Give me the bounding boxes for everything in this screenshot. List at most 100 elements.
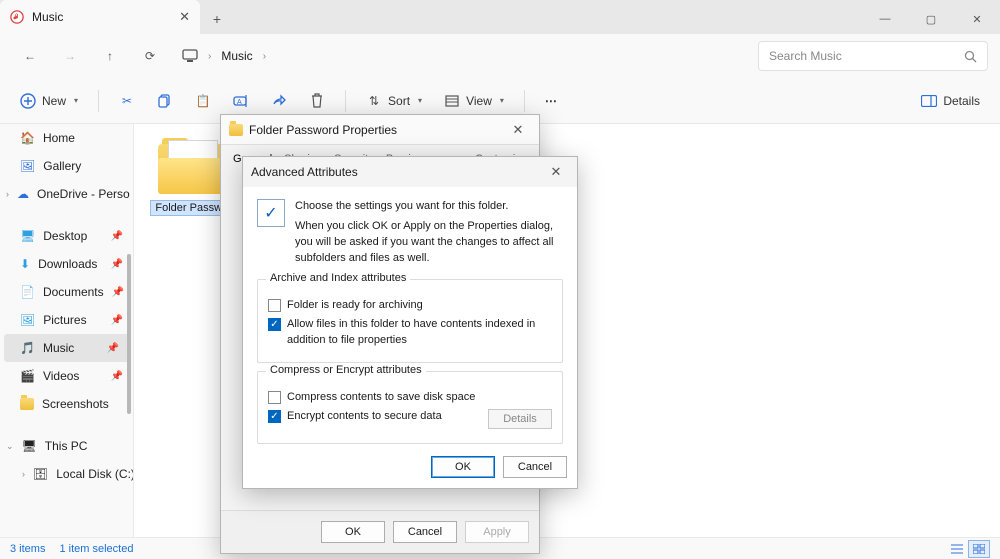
adv-titlebar[interactable]: Advanced Attributes ✕: [243, 157, 577, 187]
folder-icon: [20, 398, 34, 410]
adv-cancel-button[interactable]: Cancel: [503, 456, 567, 478]
sidebar-item-home[interactable]: 🏠Home: [0, 124, 133, 152]
sidebar-item-desktop[interactable]: 🖥Desktop📌: [0, 222, 133, 250]
index-label: Allow files in this folder to have conte…: [287, 317, 552, 348]
caret-right-icon[interactable]: ›: [6, 189, 9, 199]
download-icon: ⬇: [20, 257, 30, 271]
archive-label: Folder is ready for archiving: [287, 298, 423, 313]
new-label: New: [42, 94, 66, 108]
maximize-button[interactable]: ▢: [908, 4, 954, 34]
sort-label: Sort: [388, 94, 410, 108]
chevron-down-icon-2: ▾: [418, 96, 422, 105]
sidebar-item-onedrive[interactable]: ›☁OneDrive - Perso: [0, 180, 133, 208]
sort-button[interactable]: ⇅ Sort ▾: [358, 85, 430, 117]
copy-icon: [157, 93, 173, 109]
svg-text:A: A: [237, 99, 242, 106]
caret-right-icon-2[interactable]: ›: [22, 469, 25, 479]
back-button[interactable]: ←: [12, 40, 48, 72]
separator: [98, 90, 99, 112]
properties-ok-button[interactable]: OK: [321, 521, 385, 543]
pin-icon-6: 📌: [111, 371, 123, 382]
search-input[interactable]: Search Music: [758, 41, 988, 71]
compress-checkbox-row[interactable]: Compress contents to save disk space: [268, 390, 552, 405]
sidebar-item-screenshots[interactable]: Screenshots: [0, 390, 133, 418]
compress-checkbox[interactable]: [268, 391, 281, 404]
new-button[interactable]: New ▾: [12, 85, 86, 117]
close-window-button[interactable]: ✕: [954, 4, 1000, 34]
view-button[interactable]: View ▾: [436, 85, 512, 117]
cloud-icon: ☁: [17, 187, 29, 201]
sidebar-item-documents[interactable]: 📄Documents📌: [0, 278, 133, 306]
sidebar-item-cdrive[interactable]: ›🗄Local Disk (C:): [0, 460, 133, 488]
home-icon: 🏠: [20, 131, 35, 145]
rename-button[interactable]: A: [225, 85, 257, 117]
adv-ok-button[interactable]: OK: [431, 456, 495, 478]
properties-title: Folder Password Properties: [249, 123, 397, 137]
index-checkbox-row[interactable]: ✓ Allow files in this folder to have con…: [268, 317, 552, 348]
share-icon: [271, 93, 287, 109]
encrypt-details-button[interactable]: Details: [488, 409, 552, 429]
tab-close-icon[interactable]: ✕: [179, 9, 190, 25]
properties-apply-button[interactable]: Apply: [465, 521, 529, 543]
up-button[interactable]: ↑: [92, 40, 128, 72]
trash-icon: [309, 93, 325, 109]
breadcrumb-sep-2: ›: [263, 51, 266, 62]
adv-heading-1: Choose the settings you want for this fo…: [295, 199, 563, 215]
sidebar-item-videos[interactable]: 🎬Videos📌: [0, 362, 133, 390]
properties-titlebar[interactable]: Folder Password Properties ✕: [221, 115, 539, 145]
sidebar-item-gallery[interactable]: 🖼Gallery: [0, 152, 133, 180]
properties-buttons: OK Cancel Apply: [221, 510, 539, 553]
monitor-icon: [182, 49, 198, 63]
music-icon-side: 🎵: [20, 341, 35, 355]
breadcrumb-current[interactable]: Music: [221, 49, 252, 63]
cut-button[interactable]: ✂: [111, 85, 143, 117]
sidebar-item-pictures[interactable]: 🖼Pictures📌: [0, 306, 133, 334]
archive-index-group: Archive and Index attributes Folder is r…: [257, 279, 563, 363]
adv-heading-2: When you click OK or Apply on the Proper…: [295, 219, 563, 267]
address-bar-row: ← → ↑ ⟳ › Music › Search Music: [0, 34, 1000, 78]
minimize-button[interactable]: —: [862, 4, 908, 34]
compress-label: Compress contents to save disk space: [287, 390, 475, 405]
index-checkbox[interactable]: ✓: [268, 318, 281, 331]
view-thumb-button[interactable]: [968, 540, 990, 558]
encrypt-checkbox-row[interactable]: ✓ Encrypt contents to secure data Detail…: [268, 409, 552, 429]
tab-label: Music: [32, 10, 63, 24]
view-label: View: [466, 94, 492, 108]
sidebar-item-thispc[interactable]: ⌄🖥This PC: [0, 432, 133, 460]
window-controls: — ▢ ✕: [862, 4, 1000, 34]
document-icon: 📄: [20, 285, 35, 299]
view-list-button[interactable]: [946, 540, 968, 558]
archive-checkbox-row[interactable]: Folder is ready for archiving: [268, 298, 552, 313]
more-button[interactable]: ⋯: [537, 85, 567, 117]
details-label: Details: [943, 94, 980, 108]
videos-icon: 🎬: [20, 369, 35, 383]
archive-checkbox[interactable]: [268, 299, 281, 312]
details-pane-button[interactable]: Details: [913, 85, 988, 117]
sidebar-scrollbar[interactable]: [127, 254, 131, 414]
tab-music[interactable]: Music ✕: [0, 0, 200, 34]
pin-icon-2: 📌: [111, 259, 123, 270]
encrypt-checkbox[interactable]: ✓: [268, 410, 281, 423]
view-icon: [444, 93, 460, 109]
paste-button[interactable]: 📋: [187, 85, 219, 117]
view-switch: [946, 540, 990, 558]
gallery-icon: 🖼: [20, 159, 35, 173]
adv-body: ✓ Choose the settings you want for this …: [243, 187, 577, 456]
scissors-icon: ✂: [119, 93, 135, 109]
sidebar-item-downloads[interactable]: ⬇Downloads📌: [0, 250, 133, 278]
properties-cancel-button[interactable]: Cancel: [393, 521, 457, 543]
properties-close-button[interactable]: ✕: [505, 119, 531, 141]
details-icon: [921, 93, 937, 109]
forward-button[interactable]: →: [52, 40, 88, 72]
pin-icon: 📌: [111, 231, 123, 242]
refresh-button[interactable]: ⟳: [132, 40, 168, 72]
delete-button[interactable]: [301, 85, 333, 117]
adv-close-button[interactable]: ✕: [543, 161, 569, 183]
breadcrumb[interactable]: › Music ›: [182, 49, 266, 63]
encrypt-label: Encrypt contents to secure data: [287, 409, 442, 424]
caret-down-icon[interactable]: ⌄: [6, 441, 14, 452]
new-tab-button[interactable]: +: [200, 4, 234, 34]
share-button[interactable]: [263, 85, 295, 117]
sidebar-item-music[interactable]: 🎵Music📌: [4, 334, 129, 362]
copy-button[interactable]: [149, 85, 181, 117]
